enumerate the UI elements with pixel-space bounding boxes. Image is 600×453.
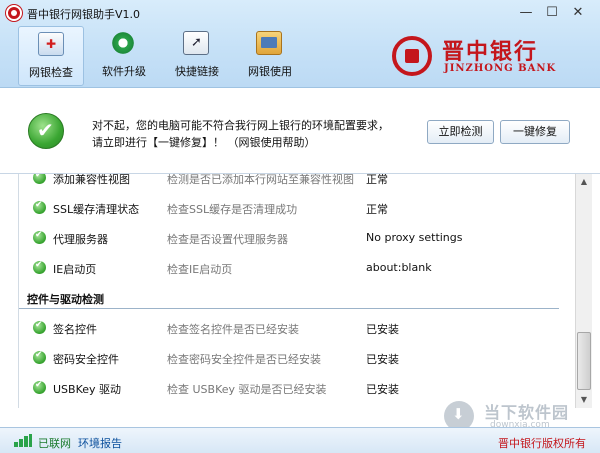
item-status: 已安装 — [366, 323, 399, 336]
tab-label: 快捷链接 — [175, 65, 219, 78]
vertical-scrollbar[interactable]: ▲ ▼ — [575, 174, 592, 408]
tab-label: 软件升级 — [102, 65, 146, 78]
status-bar: 已联网 环境报告 晋中银行版权所有 — [0, 427, 600, 453]
item-status: No proxy settings — [366, 231, 463, 244]
scroll-up-arrow-icon[interactable]: ▲ — [576, 174, 592, 190]
list-item: IE启动页 检查IE启动页 about:blank — [19, 253, 574, 283]
tab-label: 网银检查 — [29, 66, 73, 79]
item-description: 检测是否已添加本行网站至兼容性视图 — [167, 174, 354, 186]
check-ok-icon — [33, 174, 46, 184]
item-description: 检查SSL缓存是否清理成功 — [167, 203, 298, 216]
tab-bank-check[interactable]: 网银检查 — [18, 26, 84, 86]
list-item: 密码安全控件 检查密码安全控件是否已经安装 已安装 — [19, 343, 574, 373]
item-name: 签名控件 — [53, 323, 97, 336]
check-circle-icon — [28, 113, 64, 149]
tab-quick-links[interactable]: 快捷链接 — [164, 26, 230, 86]
check-ok-icon — [33, 380, 46, 394]
tab-bank-usage[interactable]: 网银使用 — [237, 26, 303, 86]
connection-status: 已联网 — [38, 437, 71, 450]
header-band: 晋中银行网银助手V1.0 — ☐ ✕ 网银检查 软件升级 快捷链接 网银使用 晋… — [0, 0, 600, 88]
list-item: 添加兼容性视图 检测是否已添加本行网站至兼容性视图 正常 — [19, 174, 574, 193]
check-ok-icon — [33, 230, 46, 244]
item-status: 正常 — [366, 174, 388, 186]
scrollbar-thumb[interactable] — [577, 332, 591, 390]
item-description: 检查是否设置代理服务器 — [167, 233, 288, 246]
app-logo-icon — [6, 5, 22, 21]
section-divider — [19, 308, 559, 309]
list-item: SSL缓存清理状态 检查SSL缓存是否清理成功 正常 — [19, 193, 574, 223]
list-item: 代理服务器 检查是否设置代理服务器 No proxy settings — [19, 223, 574, 253]
minimize-button[interactable]: — — [513, 3, 539, 23]
title-bar: 晋中银行网银助手V1.0 — ☐ ✕ — [0, 0, 600, 26]
item-status: 正常 — [366, 203, 388, 216]
check-now-button[interactable]: 立即检测 — [427, 120, 494, 144]
item-name: 添加兼容性视图 — [53, 174, 130, 186]
home-check-icon — [38, 32, 64, 56]
list-item: 签名控件 检查签名控件是否已经安装 已安装 — [19, 313, 574, 343]
item-description: 检查密码安全控件是否已经安装 — [167, 353, 321, 366]
window-title: 晋中银行网银助手V1.0 — [27, 8, 141, 21]
copyright-text: 晋中银行版权所有 — [498, 437, 586, 450]
item-name: IE启动页 — [53, 263, 97, 276]
item-description: 检查 USBKey 驱动是否已经安装 — [167, 383, 327, 396]
section-title-controls: 控件与驱动检测 — [27, 293, 104, 306]
environment-report-link[interactable]: 环境报告 — [78, 435, 122, 451]
tab-software-update[interactable]: 软件升级 — [91, 26, 157, 86]
alert-message-line1: 对不起，您的电脑可能不符合我行网上银行的环境配置要求， — [92, 119, 389, 132]
item-description: 检查IE启动页 — [167, 263, 233, 276]
item-name: SSL缓存清理状态 — [53, 203, 140, 216]
item-name: USBKey 驱动 — [53, 383, 122, 396]
alert-panel: 对不起，您的电脑可能不符合我行网上银行的环境配置要求， 请立即进行【一键修复】！… — [0, 88, 600, 174]
maximize-button[interactable]: ☐ — [539, 3, 565, 23]
item-status: 已安装 — [366, 353, 399, 366]
item-name: 密码安全控件 — [53, 353, 119, 366]
check-ok-icon — [33, 260, 46, 274]
check-results-list: 添加兼容性视图 检测是否已添加本行网站至兼容性视图 正常 SSL缓存清理状态 检… — [18, 174, 574, 408]
close-button[interactable]: ✕ — [565, 3, 591, 23]
signal-strength-icon — [14, 434, 32, 447]
bank-emblem-icon — [392, 36, 432, 76]
bank-name-cn: 晋中银行 — [442, 39, 539, 65]
one-click-repair-button[interactable]: 一键修复 — [500, 120, 570, 144]
book-icon — [256, 31, 282, 55]
item-status: 已安装 — [366, 383, 399, 396]
bank-name-en: JINZHONG BANK — [444, 63, 557, 74]
item-description: 检查签名控件是否已经安装 — [167, 323, 299, 336]
gear-icon — [110, 31, 136, 55]
check-ok-icon — [33, 350, 46, 364]
main-toolbar: 网银检查 软件升级 快捷链接 网银使用 — [0, 26, 380, 88]
tab-label: 网银使用 — [248, 65, 292, 78]
check-ok-icon — [33, 320, 46, 334]
link-icon — [183, 31, 209, 55]
alert-message-line2[interactable]: 请立即进行【一键修复】！ （网银使用帮助） — [92, 134, 316, 150]
check-ok-icon — [33, 200, 46, 214]
item-name: 代理服务器 — [53, 233, 108, 246]
bank-logo: 晋中银行 JINZHONG BANK — [388, 34, 588, 80]
item-status: about:blank — [366, 261, 432, 274]
